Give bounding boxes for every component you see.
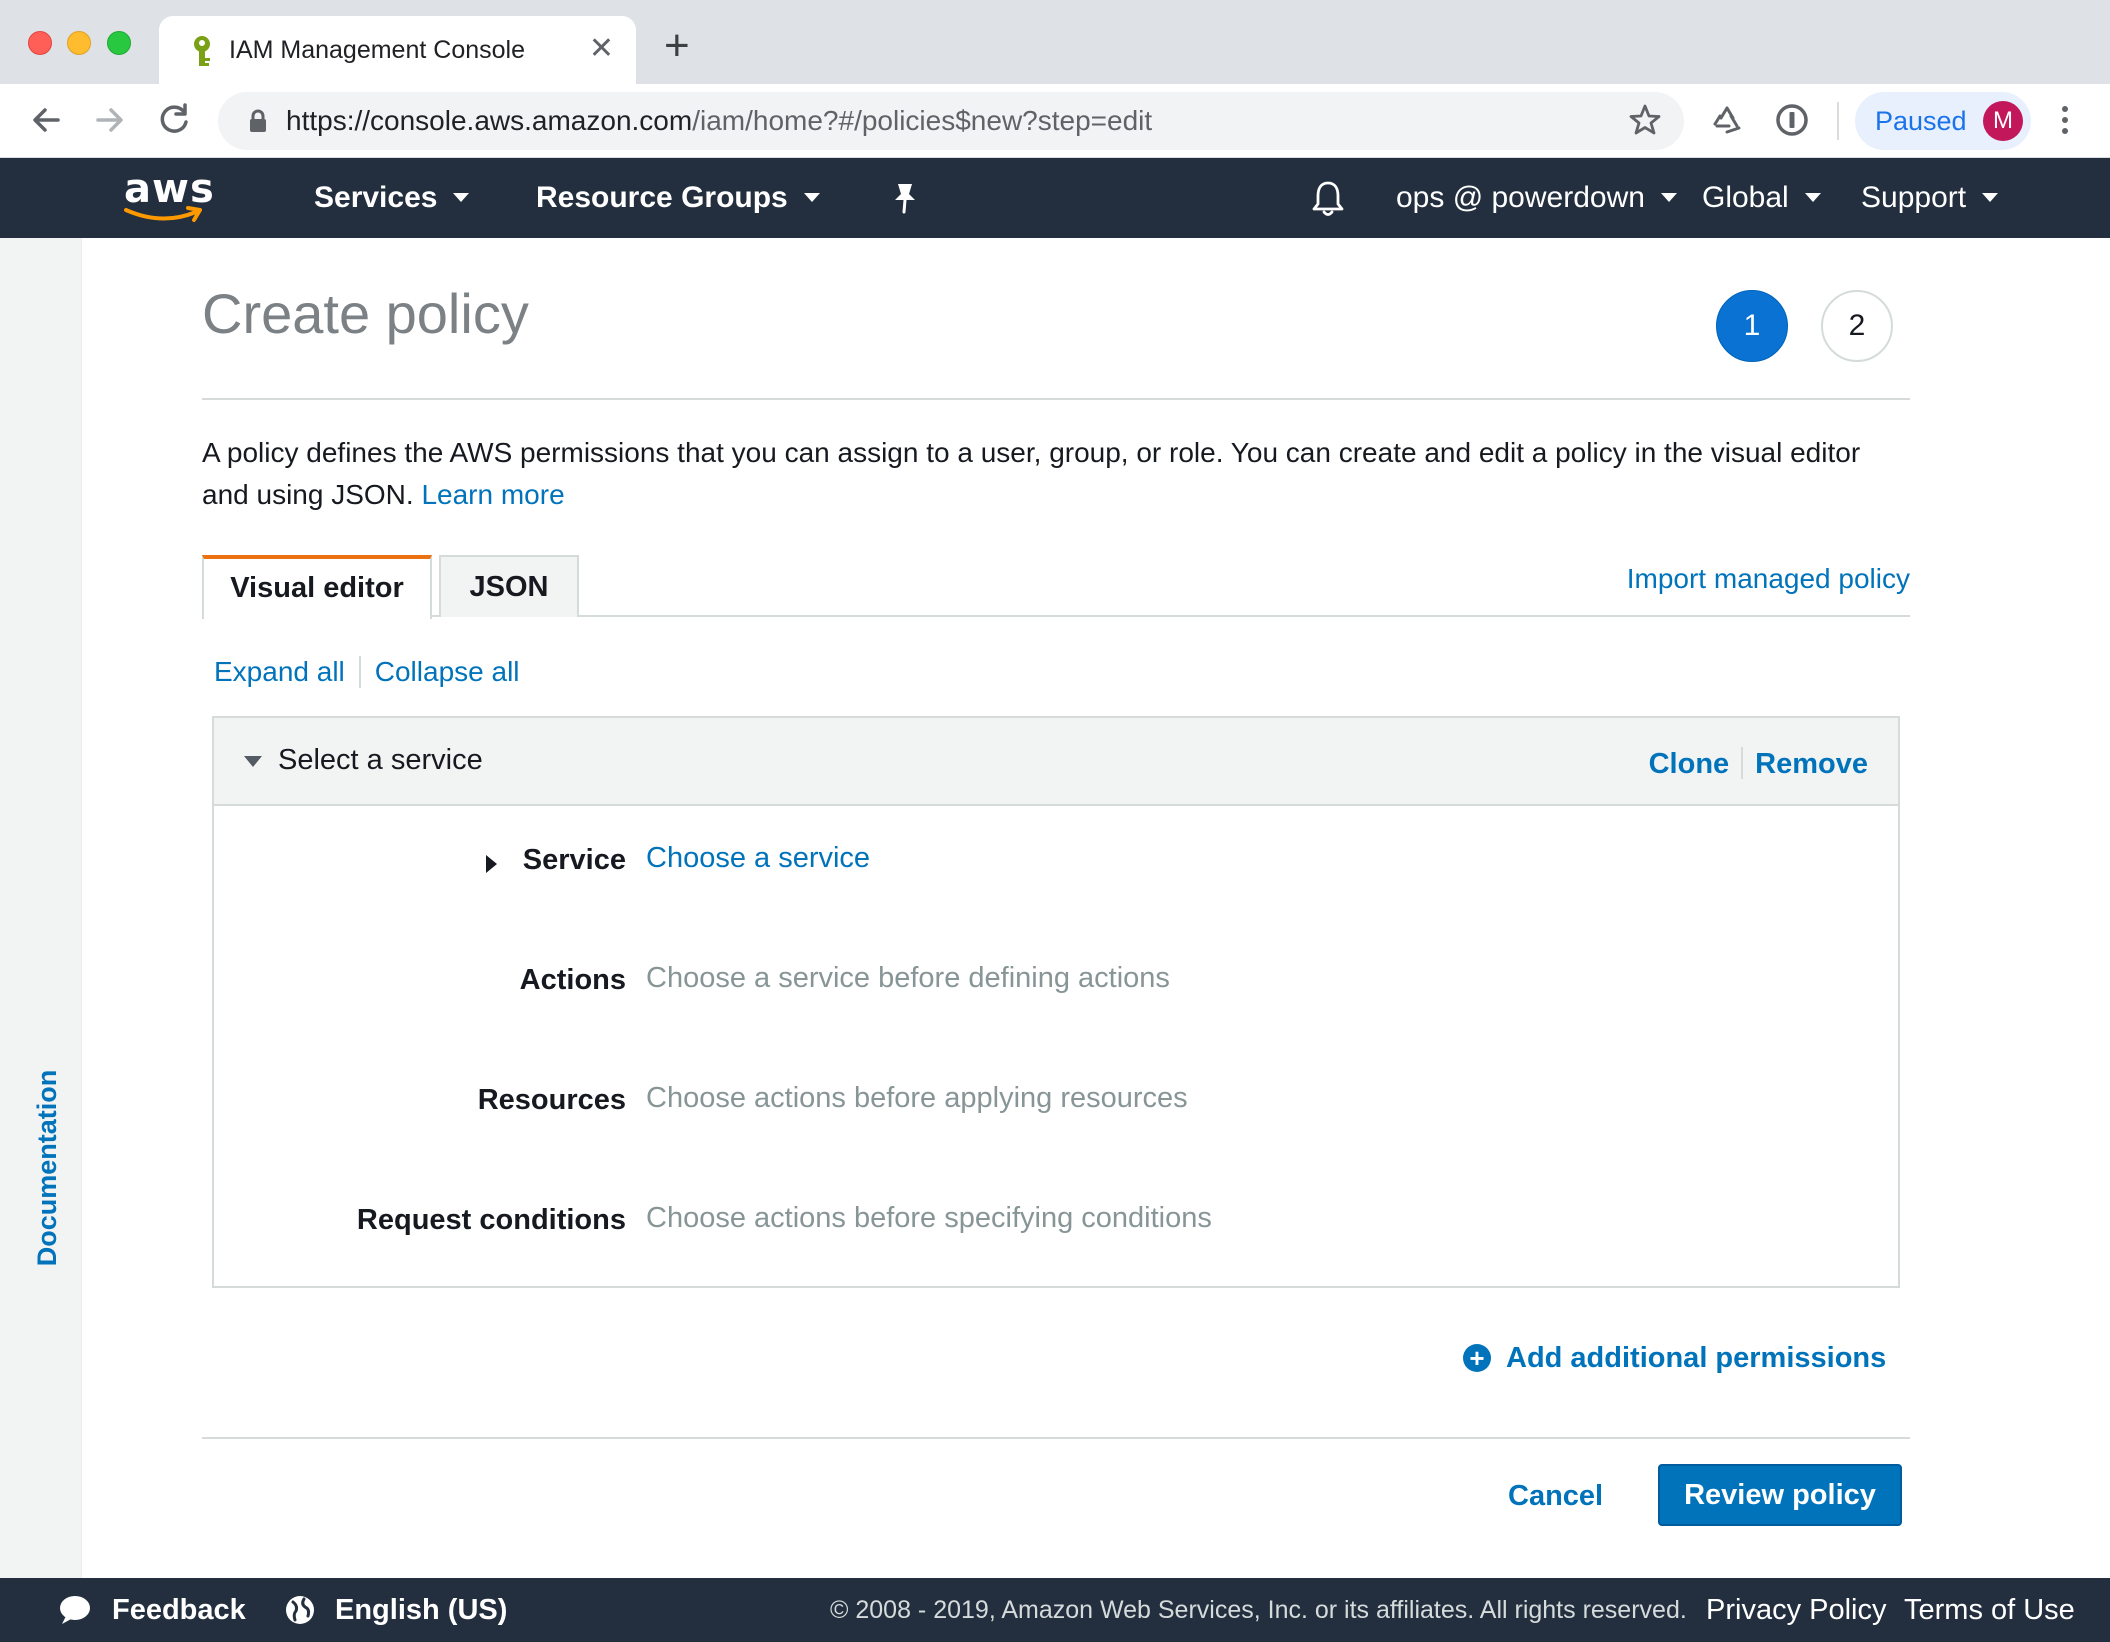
chevron-down-icon (803, 192, 820, 202)
browser-menu-icon[interactable] (2050, 98, 2080, 142)
service-label: Service (522, 844, 626, 876)
reload-icon[interactable] (152, 98, 196, 142)
page-title: Create policy (202, 282, 529, 345)
choose-service-link[interactable]: Choose a service (646, 840, 870, 876)
account-label: ops @ powerdown (1396, 181, 1645, 214)
cancel-button[interactable]: Cancel (1508, 1478, 1603, 1514)
console-footer: Feedback English (US) © 2008 - 2019, Ama… (0, 1578, 2110, 1642)
back-arrow-icon[interactable] (24, 98, 68, 142)
clone-link[interactable]: Clone (1649, 748, 1730, 780)
speech-bubble-icon (60, 1596, 90, 1624)
wizard-step-2[interactable]: 2 (1821, 290, 1893, 362)
chevron-down-icon (1804, 192, 1821, 202)
new-tab-button[interactable]: + (664, 24, 690, 68)
iam-key-icon (194, 36, 210, 66)
request-conditions-label: Request conditions (356, 1204, 626, 1236)
aws-smile-icon (124, 206, 202, 222)
tab-visual-editor[interactable]: Visual editor (202, 555, 432, 619)
browser-tab[interactable]: IAM Management Console ✕ (159, 16, 636, 84)
expand-collapse-controls: Expand all Collapse all (214, 654, 520, 690)
resources-placeholder: Choose actions before applying resources (646, 1082, 1188, 1114)
resource-groups-menu[interactable]: Resource Groups (536, 180, 820, 216)
language-selector[interactable]: English (US) (335, 1592, 507, 1628)
plus-circle-icon[interactable]: + (1463, 1344, 1491, 1372)
collapse-all-link[interactable]: Collapse all (375, 656, 520, 687)
actions-divider (202, 1437, 1910, 1439)
remove-link[interactable]: Remove (1755, 748, 1868, 780)
browser-tab-strip: IAM Management Console ✕ + (0, 0, 2110, 84)
bookmark-star-icon[interactable] (1628, 103, 1662, 137)
caret-right-icon[interactable] (486, 855, 497, 873)
services-menu[interactable]: Services (314, 180, 470, 216)
recycle-extension-icon[interactable] (1707, 100, 1747, 140)
url-path: /iam/home?#/policies$new?step=edit (692, 105, 1153, 136)
window-zoom-control[interactable] (107, 31, 131, 55)
panel-title: Select a service (278, 744, 483, 776)
resources-label: Resources (477, 1084, 626, 1116)
add-permissions-link[interactable]: Add additional permissions (1506, 1340, 1886, 1376)
avatar: M (1983, 101, 2023, 141)
link-divider (358, 655, 361, 688)
feedback-link[interactable]: Feedback (112, 1592, 246, 1628)
actions-placeholder: Choose a service before defining actions (646, 962, 1170, 994)
link-divider (1741, 747, 1744, 780)
password-extension-icon[interactable] (1772, 100, 1812, 140)
documentation-rail: Documentation (0, 238, 82, 1578)
permission-panel: Select a service Clone Remove Service Cho… (212, 716, 1900, 1288)
lock-icon (250, 109, 266, 132)
bell-icon[interactable] (1310, 178, 1346, 218)
profile-status: Paused (1875, 106, 1967, 136)
globe-icon (286, 1596, 314, 1624)
profile-button[interactable]: Paused M (1855, 92, 2031, 150)
chevron-down-icon (1982, 192, 1999, 202)
chevron-down-icon (453, 192, 470, 202)
copyright-text: © 2008 - 2019, Amazon Web Services, Inc.… (830, 1596, 1687, 1624)
title-divider (202, 398, 1910, 400)
url-text: https://console.aws.amazon.com/iam/home?… (286, 104, 1152, 138)
resource-groups-label: Resource Groups (536, 181, 788, 214)
learn-more-link[interactable]: Learn more (421, 479, 564, 510)
editor-tabs: Visual editor JSON Import managed policy (202, 555, 1910, 619)
services-label: Services (314, 181, 438, 214)
support-menu[interactable]: Support (1861, 180, 1999, 216)
tab-json[interactable]: JSON (439, 555, 579, 617)
aws-navbar: aws Services Resource Groups ops @ power… (0, 158, 2110, 238)
account-menu[interactable]: ops @ powerdown (1396, 180, 1677, 216)
support-label: Support (1861, 181, 1967, 214)
panel-header[interactable]: Select a service Clone Remove (214, 718, 1898, 806)
region-label: Global (1702, 181, 1789, 214)
pin-icon[interactable] (888, 180, 922, 216)
wizard-step-1: 1 (1716, 290, 1788, 362)
window-close-control[interactable] (28, 31, 52, 55)
policy-description: A policy defines the AWS permissions tha… (202, 432, 1902, 516)
panel-actions: Clone Remove (1649, 746, 1868, 782)
browser-tab-title: IAM Management Console (229, 36, 525, 64)
region-menu[interactable]: Global (1702, 180, 1821, 216)
url-host: https://console.aws.amazon.com (286, 105, 693, 136)
expand-all-link[interactable]: Expand all (214, 656, 345, 687)
caret-down-icon (244, 756, 262, 767)
browser-toolbar: https://console.aws.amazon.com/iam/home?… (0, 84, 2110, 158)
aws-logo[interactable]: aws (118, 168, 214, 226)
documentation-link[interactable]: Documentation (32, 1070, 62, 1267)
request-conditions-placeholder: Choose actions before specifying conditi… (646, 1202, 1212, 1234)
forward-arrow-icon[interactable] (88, 98, 132, 142)
terms-of-use-link[interactable]: Terms of Use (1904, 1592, 2075, 1628)
chevron-down-icon (1660, 192, 1677, 202)
import-managed-policy-link[interactable]: Import managed policy (1627, 561, 1910, 597)
actions-label: Actions (519, 964, 626, 996)
privacy-policy-link[interactable]: Privacy Policy (1706, 1592, 1887, 1628)
review-policy-button[interactable]: Review policy (1658, 1464, 1902, 1526)
toolbar-separator (1837, 102, 1839, 140)
address-bar[interactable]: https://console.aws.amazon.com/iam/home?… (218, 92, 1684, 150)
window-minimize-control[interactable] (67, 31, 91, 55)
tab-close-icon[interactable]: ✕ (589, 32, 614, 66)
